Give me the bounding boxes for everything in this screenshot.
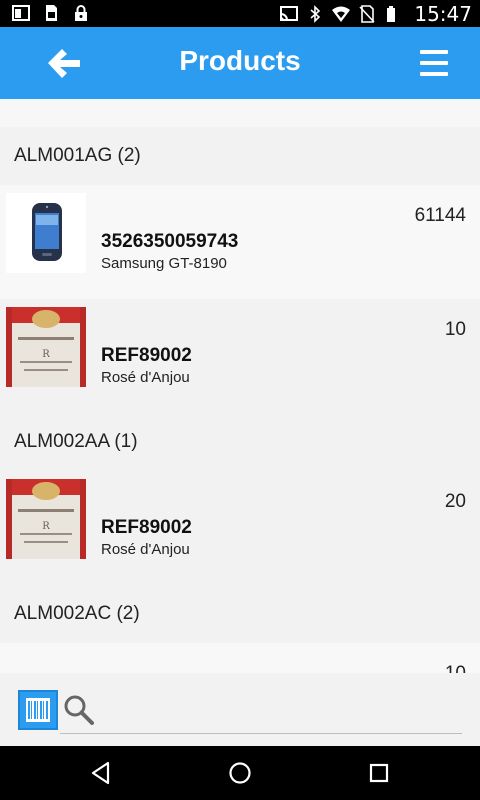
product-list[interactable]: ALM001AG (2) 61144 3526350059743 Samsung… [0,99,480,673]
search-bar [0,673,480,746]
group-header: ALM002AC (2) [0,585,480,643]
item-quantity: 20 [444,491,466,512]
product-thumbnail-phone [6,193,86,273]
item-name: Rosé d'Anjou [101,369,190,386]
battery-icon [387,6,396,22]
search-icon[interactable] [62,693,96,727]
list-item[interactable]: 61144 3526350059743 Samsung GT-8190 [0,185,480,299]
list-item[interactable]: R 20 REF89002 Rosé d'Anjou [0,471,480,585]
list-top-spacer [0,99,480,127]
group-header: ALM002AA (1) [0,413,480,471]
back-triangle-icon[interactable] [88,760,114,786]
search-underline [60,733,462,734]
barcode-scan-button[interactable] [18,690,58,730]
app-bar: Products [0,27,480,99]
item-name: Rosé d'Anjou [101,541,190,558]
lock-icon [75,5,87,21]
home-circle-icon[interactable] [227,760,253,786]
svg-text:R: R [42,349,50,360]
overview-square-icon[interactable] [366,760,392,786]
product-thumbnail-wine-label: R [6,479,86,559]
item-quantity: 61144 [414,205,466,226]
group-header: ALM001AG (2) [0,127,480,185]
sim-icon [46,5,57,21]
screen: 15:47 Products ALM001AG (2) 61144 352635… [0,0,480,800]
wifi-icon [332,6,351,22]
hamburger-menu-icon[interactable] [420,50,448,76]
item-quantity: 10 [444,319,466,340]
item-name: Samsung GT-8190 [101,255,227,272]
bluetooth-icon [310,5,321,23]
list-item[interactable]: R 10 REF89002 Rosé d'Anjou [0,299,480,413]
list-item[interactable]: 10 [0,643,480,673]
item-code: 3526350059743 [101,231,239,252]
clock: 15:47 [414,2,472,26]
recent-apps-icon [12,5,30,21]
status-bar: 15:47 [0,0,480,27]
item-code: REF89002 [101,517,192,538]
product-thumbnail-wine-label: R [6,307,86,387]
cast-icon [280,6,299,21]
page-title: Products [179,45,301,76]
item-quantity: 10 [445,663,466,673]
search-input[interactable] [100,691,460,731]
system-navigation-bar [0,746,480,800]
svg-text:R: R [42,521,50,532]
item-code: REF89002 [101,345,192,366]
no-sim-icon [359,5,375,23]
barcode-icon [26,698,50,722]
